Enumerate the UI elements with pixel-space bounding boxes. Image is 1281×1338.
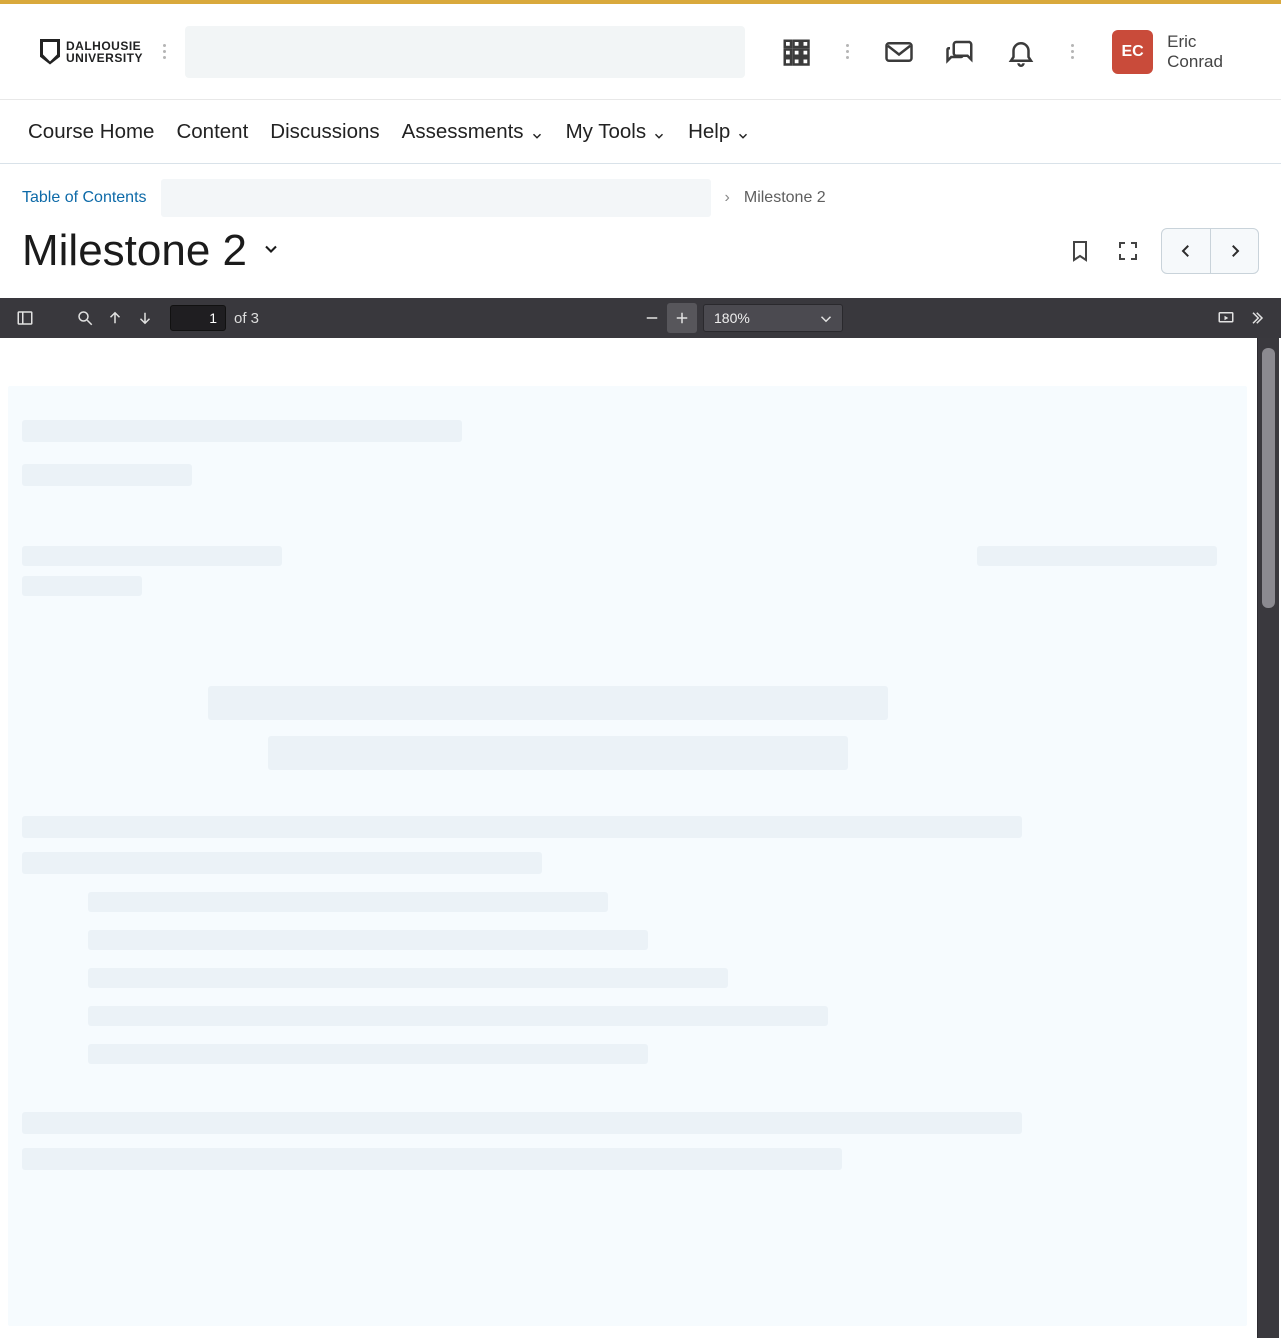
zoom-in-icon[interactable] (667, 303, 697, 333)
user-name[interactable]: Eric Conrad (1167, 32, 1251, 72)
course-nav: Course Home Content Discussions Assessme… (0, 100, 1281, 164)
nav-mytools[interactable]: My Tools (566, 120, 667, 144)
fullscreen-icon[interactable] (1113, 236, 1143, 266)
present-icon[interactable] (1211, 303, 1241, 333)
avatar-initials: EC (1121, 43, 1143, 61)
nav-label: My Tools (566, 120, 647, 144)
chevron-down-icon (530, 125, 544, 139)
nav-label: Discussions (270, 120, 379, 144)
breadcrumb-separator: › (725, 189, 730, 207)
bookmark-icon[interactable] (1065, 236, 1095, 266)
apps-more-button[interactable] (834, 44, 860, 59)
nav-assessments[interactable]: Assessments (402, 120, 544, 144)
page-title-menu[interactable] (261, 239, 281, 264)
zoom-select[interactable]: 50%75%100%125%150%180%200% (703, 304, 843, 332)
page-up-icon[interactable] (100, 303, 130, 333)
page-count-label: of 3 (234, 310, 259, 327)
chevron-down-icon (736, 125, 750, 139)
nav-help[interactable]: Help (688, 120, 750, 144)
course-menu-button[interactable] (151, 44, 177, 59)
page-number-input[interactable] (170, 305, 226, 331)
prev-page-button[interactable] (1162, 229, 1210, 273)
nav-label: Content (176, 120, 248, 144)
more-tools-icon[interactable] (1241, 303, 1271, 333)
scrollbar-thumb[interactable] (1262, 348, 1275, 608)
document-viewport (0, 338, 1281, 1338)
avatar[interactable]: EC (1112, 30, 1153, 74)
page-title: Milestone 2 (22, 226, 247, 276)
document-page (8, 386, 1247, 1326)
nav-label: Course Home (28, 120, 154, 144)
breadcrumb-module[interactable] (161, 179, 711, 217)
document-scrollbar[interactable] (1257, 338, 1279, 1338)
breadcrumb: Table of Contents › Milestone 2 (22, 176, 1259, 220)
course-selector[interactable] (185, 26, 745, 78)
nav-content[interactable]: Content (176, 120, 248, 144)
nav-label: Help (688, 120, 730, 144)
alerts-more-button[interactable] (1060, 44, 1086, 59)
page-down-icon[interactable] (130, 303, 160, 333)
global-header: DALHOUSIE UNIVERSITY EC Eric Conrad (0, 4, 1281, 100)
chevron-down-icon (652, 125, 666, 139)
breadcrumb-current: Milestone 2 (744, 189, 826, 207)
brand-line2: UNIVERSITY (66, 52, 143, 64)
zoom-out-icon[interactable] (637, 303, 667, 333)
breadcrumb-toc[interactable]: Table of Contents (22, 189, 147, 207)
content-pager (1161, 228, 1259, 274)
sidebar-toggle-icon[interactable] (10, 303, 40, 333)
next-page-button[interactable] (1210, 229, 1258, 273)
mail-icon[interactable] (878, 30, 919, 74)
bell-icon[interactable] (1001, 30, 1042, 74)
search-icon[interactable] (70, 303, 100, 333)
nav-course-home[interactable]: Course Home (28, 120, 154, 144)
pdf-toolbar: of 3 50%75%100%125%150%180%200% (0, 298, 1281, 338)
chat-icon[interactable] (940, 30, 981, 74)
apps-grid-icon[interactable] (775, 30, 816, 74)
nav-discussions[interactable]: Discussions (270, 120, 379, 144)
brand-text: DALHOUSIE UNIVERSITY (66, 40, 143, 64)
nav-label: Assessments (402, 120, 524, 144)
brand-line1: DALHOUSIE (66, 40, 143, 52)
shield-icon (40, 39, 60, 65)
brand-logo[interactable]: DALHOUSIE UNIVERSITY (40, 39, 143, 65)
